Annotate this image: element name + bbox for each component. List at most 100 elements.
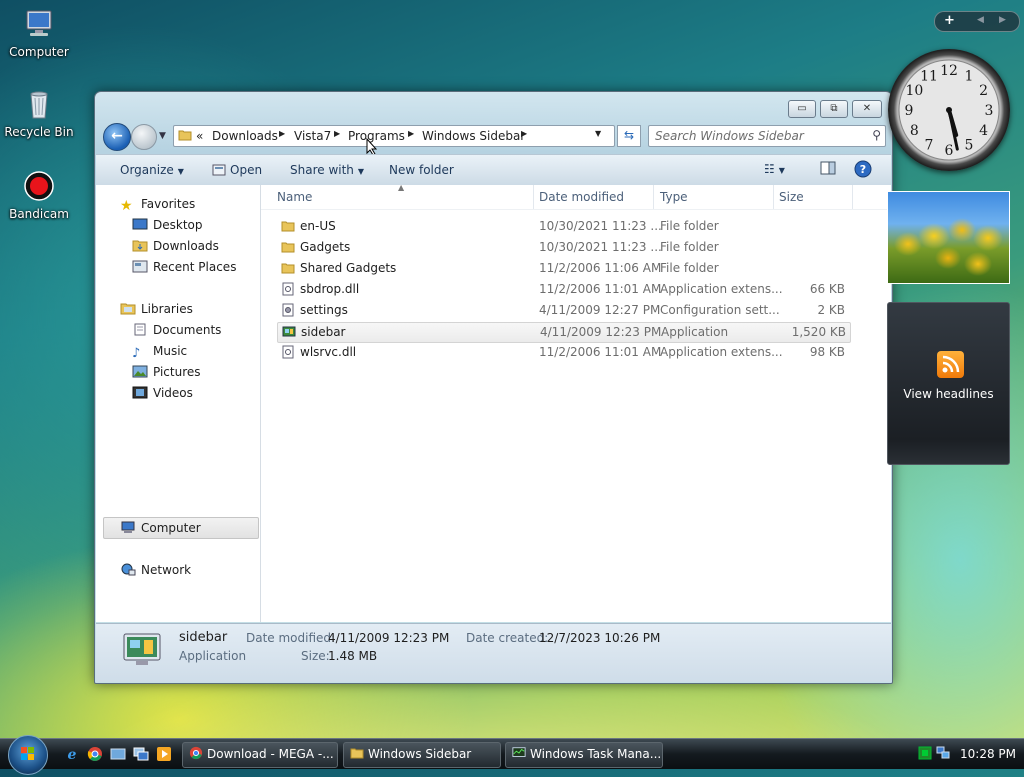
breadcrumb-windows-sidebar[interactable]: Windows Sidebar xyxy=(422,129,525,143)
new-folder-button[interactable]: New folder xyxy=(389,163,454,177)
organize-menu[interactable]: Organize ▼ xyxy=(120,163,184,177)
recycle-bin-icon xyxy=(30,91,48,119)
navigation-pane: ★ Favorites Desktop Downloads Recent Plac… xyxy=(96,185,261,622)
file-row[interactable]: Gadgets 10/30/2021 11:23 ... File folder xyxy=(277,238,849,257)
chevron-down-icon: ▼ xyxy=(357,167,365,176)
address-bar[interactable]: « Downloads ▶ Vista7 ▶ Programs ▶ Window… xyxy=(173,125,615,147)
command-bar: Organize ▼ Open Share with ▼ New folder ☷ ▼… xyxy=(96,154,891,186)
taskbar-task-task-manager[interactable]: Windows Task Mana... xyxy=(505,742,663,768)
column-header-date-modified[interactable]: Date modified xyxy=(533,185,654,209)
nav-desktop[interactable]: Desktop xyxy=(132,218,203,232)
nav-favorites[interactable]: ★ Favorites xyxy=(120,197,195,214)
application-icon xyxy=(282,326,296,337)
file-row[interactable]: sbdrop.dll 11/2/2006 11:01 AM Application … xyxy=(277,280,849,299)
clock-gadget[interactable]: 12 1 2 3 4 5 6 7 8 9 10 11 xyxy=(888,49,1010,171)
network-icon xyxy=(121,563,136,576)
nav-pictures[interactable]: Pictures xyxy=(132,365,201,379)
preview-pane-button[interactable] xyxy=(820,161,836,178)
svg-text:?: ? xyxy=(860,163,866,176)
column-header-type[interactable]: Type xyxy=(654,185,774,209)
dll-file-icon xyxy=(282,282,294,296)
add-gadget-button[interactable]: + xyxy=(944,13,955,28)
details-date-created-label: Date created: xyxy=(466,631,549,645)
application-large-icon xyxy=(123,633,161,665)
help-button[interactable]: ? xyxy=(854,160,872,181)
chevron-down-icon: ▼ xyxy=(159,131,166,141)
preview-pane-icon xyxy=(820,161,836,175)
maximize-button[interactable]: ⧉ xyxy=(820,100,848,118)
column-header-size[interactable]: Size xyxy=(773,185,853,209)
internet-explorer-icon[interactable]: e xyxy=(64,746,80,762)
start-button[interactable] xyxy=(8,735,48,775)
breadcrumb-overflow[interactable]: « xyxy=(196,129,203,143)
breadcrumb-vista7[interactable]: Vista7 xyxy=(294,129,331,143)
star-icon: ★ xyxy=(120,198,133,214)
back-button[interactable]: ← xyxy=(103,123,131,151)
folder-icon xyxy=(281,221,295,232)
taskbar-clock[interactable]: 10:28 PM xyxy=(960,747,1016,761)
change-view-button[interactable]: ☷ ▼ xyxy=(764,162,785,176)
breadcrumb-separator-icon[interactable]: ▶ xyxy=(279,129,285,138)
nav-recent-places[interactable]: Recent Places xyxy=(132,260,236,274)
nav-videos[interactable]: Videos xyxy=(132,386,193,400)
sidebar-controls: + ◀ ▶ xyxy=(934,11,1020,32)
file-row[interactable]: en-US 10/30/2021 11:23 ... File folder xyxy=(277,217,849,236)
close-button[interactable]: ✕ xyxy=(852,100,882,118)
share-with-menu[interactable]: Share with ▼ xyxy=(290,163,364,177)
nav-computer[interactable]: Computer xyxy=(120,521,201,535)
clock-number: 5 xyxy=(965,138,974,154)
file-row[interactable]: wlsrvc.dll 11/2/2006 11:01 AM Application … xyxy=(277,343,849,362)
show-desktop-icon[interactable] xyxy=(110,746,126,762)
recent-pages-dropdown[interactable]: ▼ xyxy=(159,131,166,141)
settings-file-icon xyxy=(282,303,294,317)
switch-windows-icon[interactable] xyxy=(133,746,149,762)
clock-number: 4 xyxy=(979,123,988,139)
chrome-icon[interactable] xyxy=(87,746,103,762)
minimize-button[interactable]: ▭ xyxy=(788,100,816,118)
windows-logo-icon xyxy=(21,747,34,760)
arrow-left-icon: ← xyxy=(111,128,123,144)
search-input[interactable]: Search Windows Sidebar ⚲ xyxy=(648,125,886,147)
file-row[interactable]: settings 4/11/2009 12:27 PM Configuration … xyxy=(277,301,849,320)
nav-documents[interactable]: Documents xyxy=(132,323,221,337)
forward-button[interactable] xyxy=(131,124,157,150)
pictures-icon xyxy=(132,365,148,378)
nav-network[interactable]: Network xyxy=(120,563,191,577)
desktop-icon-recycle-bin[interactable]: Recycle Bin xyxy=(0,88,78,139)
address-dropdown-icon[interactable]: ▼ xyxy=(595,129,601,138)
media-player-icon[interactable] xyxy=(156,746,172,762)
breadcrumb-downloads[interactable]: Downloads xyxy=(212,129,278,143)
file-row-selected[interactable]: sidebar 4/11/2009 12:23 PM Application 1,52… xyxy=(277,322,851,343)
desktop-icon-computer[interactable]: Computer xyxy=(0,8,78,59)
clock-number: 8 xyxy=(910,123,919,139)
search-placeholder: Search Windows Sidebar xyxy=(655,129,804,143)
open-button[interactable]: Open xyxy=(212,163,262,177)
folder-icon xyxy=(350,748,364,759)
nav-downloads[interactable]: Downloads xyxy=(132,239,219,253)
feed-headlines-gadget[interactable]: View headlines xyxy=(887,302,1010,465)
details-size: 1.48 MB xyxy=(328,649,378,663)
nav-music[interactable]: ♪ Music xyxy=(132,344,187,361)
nav-libraries[interactable]: Libraries xyxy=(120,302,193,316)
next-gadget-button[interactable]: ▶ xyxy=(999,15,1006,25)
taskbar-task-chrome[interactable]: Download - MEGA -... xyxy=(182,742,338,768)
slideshow-gadget[interactable] xyxy=(887,191,1010,284)
breadcrumb-separator-icon[interactable]: ▶ xyxy=(408,129,414,138)
breadcrumb-separator-icon[interactable]: ▶ xyxy=(521,129,527,138)
network-tray-icon[interactable] xyxy=(936,746,950,760)
details-date-modified-label: Date modified: xyxy=(246,631,336,645)
refresh-button[interactable]: ⇆ xyxy=(617,125,641,147)
tray-app-icon[interactable] xyxy=(918,746,932,760)
music-icon: ♪ xyxy=(132,346,141,361)
view-headlines-label[interactable]: View headlines xyxy=(888,387,1009,401)
clock-number: 6 xyxy=(945,143,954,159)
open-icon xyxy=(212,164,226,176)
desktop-icon-bandicam[interactable]: Bandicam xyxy=(0,170,78,221)
breadcrumb-separator-icon[interactable]: ▶ xyxy=(334,129,340,138)
previous-gadget-button[interactable]: ◀ xyxy=(977,15,984,25)
downloads-folder-icon xyxy=(132,240,148,252)
file-list: Name ▲ Date modified Type Size en-US 10/3… xyxy=(261,183,891,622)
file-row[interactable]: Shared Gadgets 11/2/2006 11:06 AM File fol… xyxy=(277,259,849,278)
clock-face: 12 12 3 45678 9 1011 xyxy=(898,59,1000,161)
taskbar-task-windows-sidebar[interactable]: Windows Sidebar xyxy=(343,742,501,768)
